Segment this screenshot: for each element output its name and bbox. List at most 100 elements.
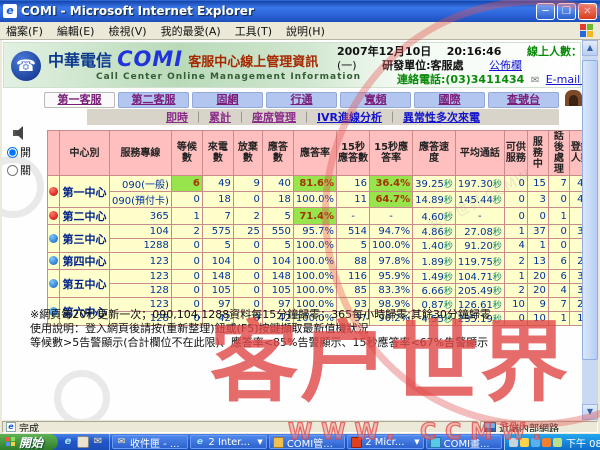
stat-cell: 25 <box>233 225 262 239</box>
ime-icon[interactable] <box>553 438 562 447</box>
scroll-up-arrow[interactable]: ▲ <box>582 40 598 56</box>
sound-off-radio[interactable] <box>7 165 18 176</box>
taskbar: 開始 e✉ ✉收件匣 - ...e2 Inter...▼COMI管...2 Mi… <box>0 434 600 450</box>
menu-item[interactable]: 編輯(E) <box>57 23 95 39</box>
sound-on-option[interactable]: 開 <box>7 144 47 160</box>
nav-tab[interactable]: 第二客服 <box>118 92 189 108</box>
stat-cell: - <box>370 208 413 225</box>
status-dot-cell <box>48 225 60 253</box>
status-text: 完成 <box>19 421 39 433</box>
nav-tab[interactable]: 國際 <box>414 92 485 108</box>
stat-cell: 1.49秒 <box>413 270 456 284</box>
ie-icon[interactable]: e <box>62 436 74 448</box>
restore-button[interactable]: ❐ <box>557 3 576 20</box>
stat-cell: 1.40秒 <box>413 239 456 253</box>
bulletin-board-link[interactable]: 公佈欄 <box>489 59 522 72</box>
stat-cell: 148 <box>202 270 233 284</box>
column-header: 等候數 <box>171 131 202 176</box>
stat-cell: - <box>337 208 370 225</box>
vertical-scrollbar[interactable]: ▲ ▼ <box>582 40 598 420</box>
office-icon <box>351 437 362 448</box>
nav-tab[interactable]: 第一客服 <box>44 92 115 108</box>
seconds-unit: 秒 <box>444 228 453 238</box>
desktop-screenshot: e COMI - Microsoft Internet Explorer ─ ❐… <box>0 0 600 450</box>
subnav-link[interactable]: 座席管理 <box>231 109 296 125</box>
taskbar-button[interactable]: 2 Micr...▼ <box>347 435 423 449</box>
stat-cell: 1.89秒 <box>413 253 456 270</box>
ie-icon: e <box>194 437 205 448</box>
taskbar-button[interactable]: COMI管... <box>269 435 345 449</box>
menu-item[interactable]: 檢視(V) <box>108 23 146 39</box>
menu-item[interactable]: 工具(T) <box>235 23 272 39</box>
status-dot-cell <box>48 208 60 225</box>
stat-cell: 0 <box>548 192 569 208</box>
nav-tab[interactable]: 寬頻 <box>340 92 411 108</box>
stat-cell: 090(一般) <box>110 176 172 192</box>
menu-item[interactable]: 說明(H) <box>286 23 325 39</box>
scrollbar-thumb[interactable] <box>582 60 598 360</box>
subnav-link[interactable]: 即時 <box>166 109 188 125</box>
stat-cell: 10 <box>527 312 548 326</box>
stat-cell: 1 <box>548 312 569 326</box>
center-name: 第五中心 <box>60 270 110 298</box>
sub-nav-bar: 即時累計座席管理IVR進線分析異常性多次來電 <box>87 109 559 125</box>
nav-tab[interactable]: 行通 <box>266 92 337 108</box>
minimize-button[interactable]: ─ <box>536 3 555 20</box>
stat-cell: 0 <box>548 225 569 239</box>
stat-cell: 0 <box>504 176 527 192</box>
stat-cell: 148 <box>262 270 293 284</box>
stat-cell: 20 <box>527 270 548 284</box>
taskbar-button[interactable]: COMI畫... <box>426 435 502 449</box>
sound-on-radio[interactable] <box>7 147 18 158</box>
stat-cell: 514 <box>337 225 370 239</box>
nav-tab[interactable]: 查號台 <box>488 92 559 108</box>
outlook-icon[interactable]: ✉ <box>92 436 104 448</box>
stat-cell: 0 <box>233 192 262 208</box>
stat-cell: 100.0% <box>293 239 336 253</box>
table-row: 第二中心365172571.4%--4.60秒-0011 <box>48 208 593 225</box>
seconds-unit: 秒 <box>444 196 453 206</box>
folder-icon <box>273 437 284 448</box>
status-dot-blue <box>49 234 58 243</box>
start-button[interactable]: 開始 <box>0 434 58 450</box>
network-icon[interactable] <box>531 438 540 447</box>
seconds-unit: 秒 <box>493 228 502 238</box>
start-button-label: 開始 <box>19 434 43 450</box>
messenger-icon[interactable] <box>520 438 529 447</box>
stat-cell: 100.0% <box>293 253 336 270</box>
menu-item[interactable]: 檔案(F) <box>6 23 43 39</box>
seconds-unit: 秒 <box>444 242 453 252</box>
subnav-link[interactable]: 累計 <box>188 109 231 125</box>
stat-cell: 5 <box>262 239 293 253</box>
close-button[interactable]: ✕ <box>578 3 597 20</box>
volume-icon[interactable] <box>509 438 518 447</box>
stat-cell: 100.0% <box>293 270 336 284</box>
subnav-link[interactable]: IVR進線分析 <box>296 109 382 125</box>
sound-alert-controls: 開 關 <box>7 126 47 178</box>
center-name: 第三中心 <box>60 225 110 253</box>
taskbar-button[interactable]: ✉收件匣 - ... <box>112 435 188 449</box>
stat-cell: 6 <box>548 253 569 270</box>
stat-cell: 36.4% <box>370 176 413 192</box>
column-header: 話後處理 <box>548 131 569 176</box>
stat-cell: 0 <box>171 253 202 270</box>
stat-cell: 0 <box>233 270 262 284</box>
sound-off-option[interactable]: 關 <box>7 162 47 178</box>
scroll-down-arrow[interactable]: ▼ <box>582 404 598 420</box>
menu-item[interactable]: 我的最愛(A) <box>161 23 221 39</box>
taskbar-button[interactable]: e2 Inter...▼ <box>190 435 266 449</box>
subnav-link[interactable]: 異常性多次來電 <box>382 109 480 125</box>
sound-off-label: 關 <box>20 162 31 178</box>
footnote-line: 使用說明：登入網頁後請按(重新整理)鈕或(F5)按鍵擷取最新值機狀況 <box>30 322 491 336</box>
stat-cell: 0 <box>504 208 527 225</box>
update-icon[interactable] <box>542 438 551 447</box>
column-header: 應答數 <box>262 131 293 176</box>
stat-cell: 105 <box>262 284 293 298</box>
desktop-icon[interactable] <box>77 436 89 448</box>
seconds-unit: 秒 <box>444 287 453 297</box>
title-bar[interactable]: e COMI - Microsoft Internet Explorer ─ ❐… <box>0 0 600 22</box>
system-tray: 下午 08:16 <box>504 434 600 450</box>
nav-tab[interactable]: 固網 <box>192 92 263 108</box>
quick-launch-bar: e✉ <box>58 434 110 450</box>
stat-cell: 5 <box>262 208 293 225</box>
